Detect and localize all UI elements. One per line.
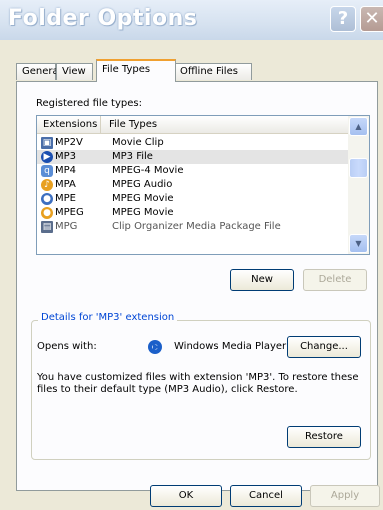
- change-button[interactable]: Change...: [287, 336, 361, 358]
- restore-note: You have customized files with extension…: [37, 372, 359, 395]
- windows-media-player-icon: [148, 340, 162, 354]
- list-item[interactable]: ● MPE MPEG Movie: [37, 192, 349, 206]
- new-button[interactable]: New: [230, 269, 294, 291]
- opens-with-program: Windows Media Player: [174, 341, 287, 352]
- window-title: Folder Options: [8, 6, 198, 31]
- title-bar[interactable]: Folder Options ? ✕: [0, 0, 383, 40]
- video-icon: ●: [41, 193, 53, 205]
- registered-types-label: Registered file types:: [36, 98, 142, 109]
- restore-button[interactable]: Restore: [287, 426, 361, 448]
- audio-icon: ♪: [41, 179, 53, 191]
- scroll-up-icon[interactable]: ▲: [349, 117, 368, 136]
- close-button[interactable]: ✕: [360, 6, 383, 32]
- quicktime-icon: q: [41, 165, 53, 177]
- ok-button[interactable]: OK: [150, 485, 222, 507]
- package-icon: ▤: [41, 221, 53, 233]
- tab-offline-files[interactable]: Offline Files: [174, 63, 252, 80]
- list-item[interactable]: ♪ MPA MPEG Audio: [37, 178, 349, 192]
- video-clip-icon: ▣: [41, 137, 53, 149]
- list-item-selected[interactable]: ▶ MP3 MP3 File: [37, 150, 349, 164]
- details-group-title: Details for 'MP3' extension: [38, 312, 178, 323]
- tab-general[interactable]: General: [16, 63, 61, 80]
- video-icon: ●: [41, 207, 53, 219]
- column-header-file-types[interactable]: File Types: [101, 116, 351, 134]
- column-header-extensions[interactable]: Extensions: [37, 116, 101, 134]
- help-button[interactable]: ?: [330, 6, 356, 32]
- list-item[interactable]: ● MPEG MPEG Movie: [37, 206, 349, 220]
- delete-button[interactable]: Delete: [303, 269, 367, 291]
- cancel-button[interactable]: Cancel: [230, 485, 302, 507]
- tab-file-types[interactable]: File Types: [96, 59, 176, 82]
- file-types-list[interactable]: Extensions File Types ▣ MP2V Movie Clip …: [36, 115, 370, 255]
- list-item[interactable]: ▣ MP2V Movie Clip: [37, 136, 349, 150]
- scroll-thumb[interactable]: [349, 158, 368, 178]
- media-player-icon: ▶: [41, 151, 53, 163]
- list-scrollbar[interactable]: ▲ ▼: [348, 116, 369, 254]
- list-item[interactable]: q MP4 MPEG-4 Movie: [37, 164, 349, 178]
- opens-with-label: Opens with:: [37, 341, 97, 352]
- apply-button[interactable]: Apply: [310, 485, 380, 507]
- tab-view[interactable]: View: [56, 63, 93, 80]
- scroll-down-icon[interactable]: ▼: [349, 234, 368, 253]
- list-item[interactable]: ▤ MPG Clip Organizer Media Package File: [37, 220, 349, 234]
